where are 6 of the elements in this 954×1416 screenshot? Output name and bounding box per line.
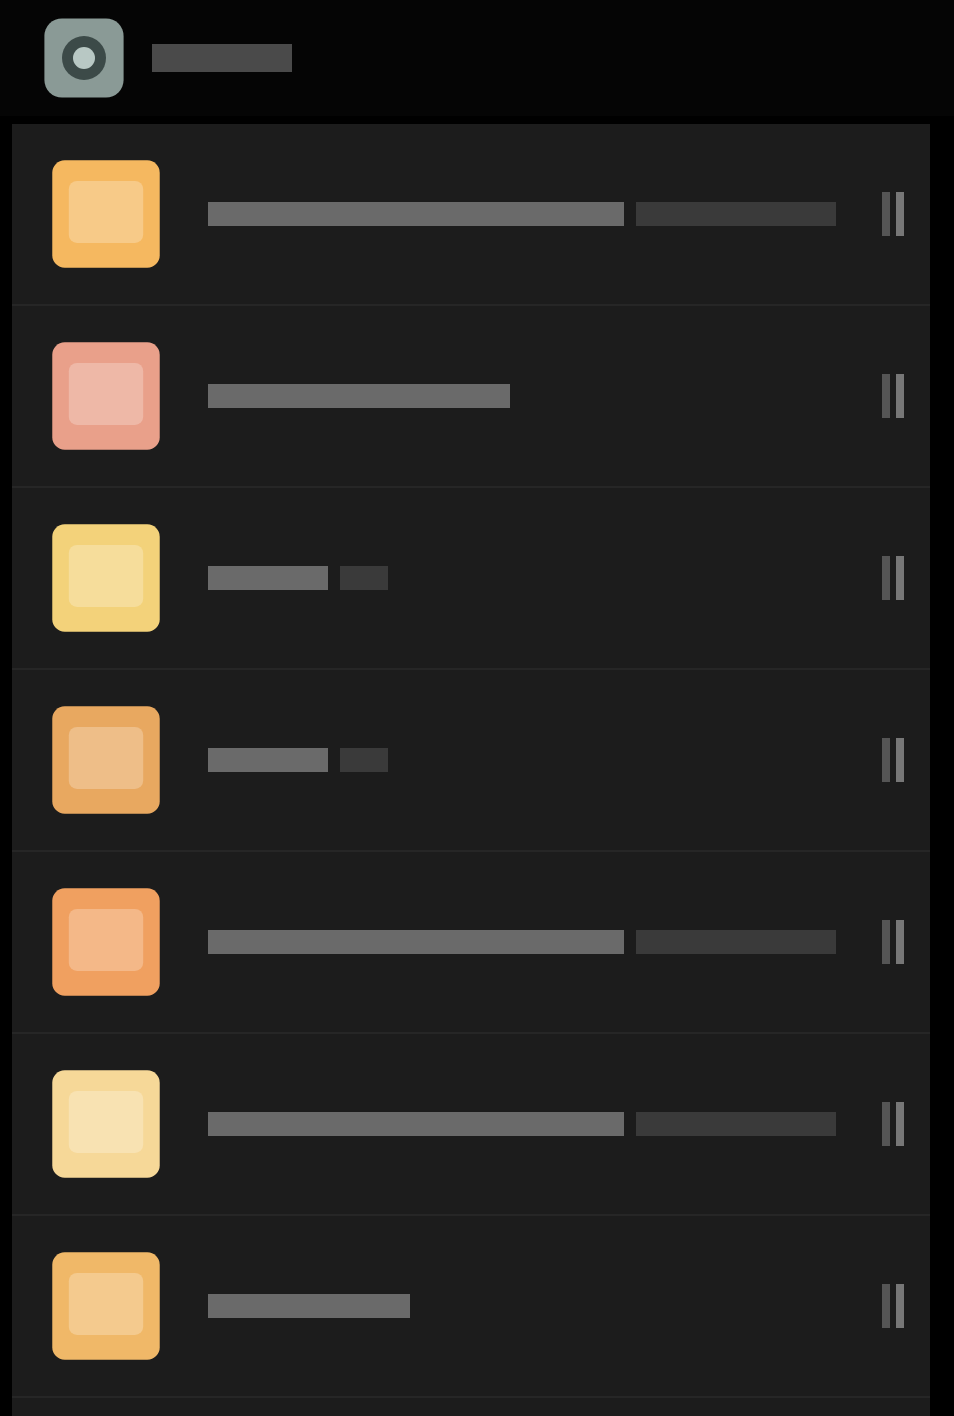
title-placeholder-bar — [152, 44, 292, 72]
text-placeholder-bar — [340, 566, 388, 590]
app-icon[interactable] — [40, 14, 128, 102]
text-placeholder-bar — [340, 748, 388, 772]
text-placeholder-bar — [208, 748, 329, 772]
text-placeholder-bar — [208, 566, 329, 590]
